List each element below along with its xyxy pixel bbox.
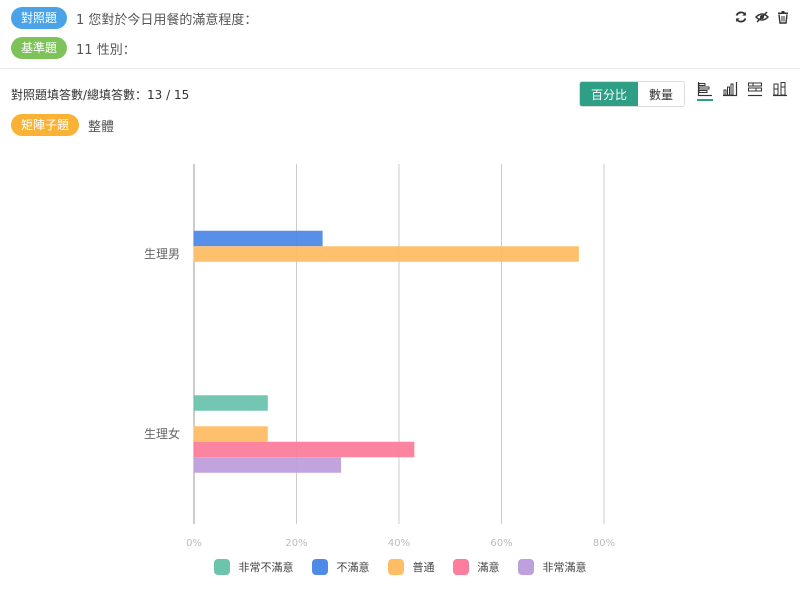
legend-label: 不滿意 — [336, 561, 370, 574]
legend-label: 非常滿意 — [542, 561, 587, 574]
bar[interactable] — [193, 441, 415, 458]
legend-swatch — [452, 559, 469, 575]
trash-icon[interactable] — [776, 9, 790, 24]
legend-swatch — [387, 559, 404, 575]
legend-item[interactable]: 不滿意 — [311, 559, 370, 575]
legend-swatch — [517, 559, 534, 575]
legend-item[interactable]: 非常不滿意 — [213, 559, 294, 575]
refresh-icon[interactable] — [734, 9, 748, 23]
x-tick-label: 80% — [593, 538, 615, 549]
bar[interactable] — [193, 457, 342, 473]
legend-label: 非常不滿意 — [238, 561, 294, 574]
hide-icon[interactable] — [754, 9, 770, 23]
legend-label: 普通 — [412, 561, 435, 574]
question-row-1: 對照題 1 您對於今日用餐的滿意程度： — [11, 7, 257, 29]
chart-legend: 非常不滿意 不滿意 普通 滿意 非常滿意 — [0, 559, 800, 575]
bar-chart: 0% 20% 40% 60% 80% 生理男生理女 — [144, 164, 615, 549]
x-tick-label: 60% — [490, 538, 512, 549]
response-count: 對照題填答數/總填答數：13 / 15 — [11, 88, 190, 102]
bar[interactable] — [193, 426, 268, 442]
stacked-bar-icon[interactable] — [747, 81, 763, 101]
category-label: 生理女 — [144, 426, 180, 441]
comparison-question-text: 1 您對於今日用餐的滿意程度： — [76, 12, 258, 28]
x-tick-label: 20% — [285, 538, 307, 549]
legend-item[interactable]: 滿意 — [452, 559, 500, 575]
x-tick-label: 0% — [186, 538, 202, 549]
horizontal-bar-icon[interactable] — [697, 81, 713, 101]
subquestion-row: 矩陣子題 整體 — [11, 114, 114, 136]
chart-type-switcher — [697, 81, 788, 101]
count-button[interactable]: 數量 — [638, 82, 685, 106]
percent-button[interactable]: 百分比 — [580, 82, 639, 106]
question-row-2: 基準題 11 性別： — [11, 37, 136, 59]
x-tick-label: 40% — [388, 538, 410, 549]
toolbar — [734, 9, 790, 24]
display-mode-toggle: 百分比 數量 — [579, 81, 686, 107]
baseline-question-text: 11 性別： — [76, 42, 136, 58]
vertical-bar-icon[interactable] — [722, 81, 738, 101]
legend-label: 滿意 — [477, 561, 500, 574]
legend-swatch — [311, 559, 328, 575]
category-label: 生理男 — [144, 247, 180, 261]
legend-swatch — [213, 559, 230, 575]
bar[interactable] — [193, 246, 579, 262]
bar[interactable] — [193, 395, 268, 411]
bar[interactable] — [193, 230, 323, 247]
legend-item[interactable]: 非常滿意 — [517, 559, 587, 575]
header-divider — [0, 68, 800, 69]
comparison-question-badge[interactable]: 對照題 — [11, 7, 68, 29]
grouped-bar-icon[interactable] — [772, 81, 788, 101]
baseline-question-badge[interactable]: 基準題 — [11, 37, 68, 59]
legend-item[interactable]: 普通 — [387, 559, 435, 575]
subquestion-text: 整體 — [88, 119, 115, 135]
matrix-subquestion-badge[interactable]: 矩陣子題 — [11, 114, 80, 136]
